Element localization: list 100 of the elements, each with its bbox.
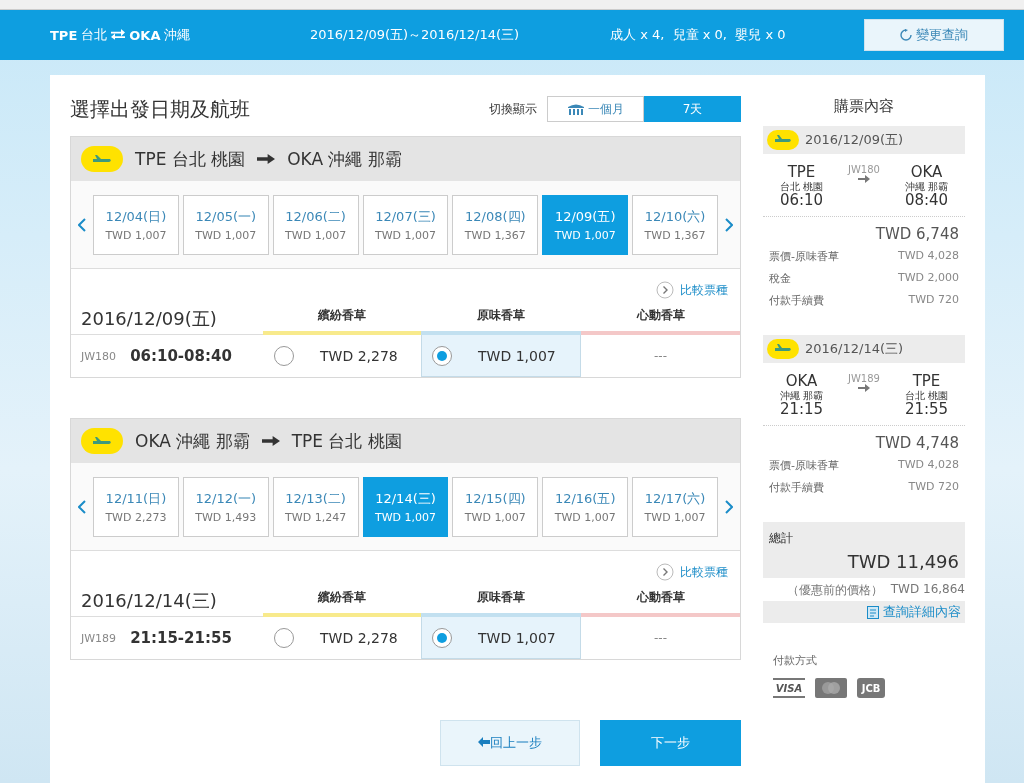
compare-fares-link[interactable]: 比較票種 [656,561,728,583]
unavailable-fare: --- [654,349,667,363]
airport-code: OKA [785,373,818,390]
refresh-icon [900,29,912,41]
flight-number: JW180 [81,349,117,363]
arrival-time: 21:55 [904,400,949,417]
cost-label: 稅金 [769,271,791,286]
cost-value: TWD 720 [908,480,959,495]
total-amount: TWD 11,496 [846,551,959,572]
radio-button[interactable] [432,345,452,366]
airport-code: TPE [787,164,816,181]
original-price: TWD 16,864 [890,582,965,598]
route-destination: TPE 台北 桃園 [291,429,402,453]
arrow-icon [261,435,280,447]
flight-number: JW180 [848,164,880,175]
arrival-time: 08:40 [904,191,949,208]
airport-city: 台北 桃園 [904,389,949,401]
date-option[interactable]: 12/08(四) TWD 1,367 [452,194,539,255]
airline-logo-icon [81,146,123,172]
jcb-logo: JCB [857,678,885,698]
airport-code: TPE [912,373,941,390]
travel-dates: 2016/12/09(五)～2016/12/14(三) [310,26,521,44]
next-button[interactable]: 下一步 [600,720,741,766]
swap-icon [111,29,126,41]
date-option[interactable]: 12/15(四) TWD 1,007 [452,476,539,537]
date-option[interactable]: 12/10(六) TWD 1,367 [632,194,718,255]
leg-subtotal: TWD 6,748 [874,224,960,245]
card-logo-icon [815,678,847,698]
flight-time: 06:10-08:40 [130,347,232,365]
arrow-icon [858,175,870,183]
date-option[interactable]: 12/17(六) TWD 1,007 [632,476,718,537]
chevron-circle-icon [656,281,674,299]
date-option[interactable]: 12/06(二) TWD 1,007 [272,194,359,255]
departure-time: 06:10 [779,191,824,208]
total-label: 總計 [769,530,794,547]
leg-date: 2016/12/14(三) [805,340,904,358]
cost-label: 票價-原味香草 [769,249,839,264]
toggle-label: 切換顯示 [489,100,537,118]
destination-code: OKA [129,27,161,43]
arrow-icon [858,384,870,392]
date-option[interactable]: 12/04(日) TWD 1,007 [93,194,179,255]
back-button[interactable]: 回上一步 [440,720,580,766]
origin-city: 台北 [81,26,108,44]
arrow-icon [257,153,276,165]
details-link[interactable]: 查詢詳細內容 [867,603,961,621]
left-arrow-icon [478,737,490,747]
passenger-count: 成人 x 4, 兒童 x 0, 嬰兒 x 0 [610,26,787,44]
unavailable-fare: --- [654,631,667,645]
change-search-button[interactable]: 變更查詢 [864,19,1004,51]
date-option[interactable]: 12/12(一) TWD 1,493 [182,476,269,537]
compare-fares-link[interactable]: 比較票種 [656,279,728,301]
cost-label: 付款手續費 [769,293,824,308]
fare-type-header: 心動香草 [581,301,740,335]
view-tab[interactable]: 一個月 [547,96,644,122]
airport-city: 沖繩 那霸 [904,180,949,192]
fare-option[interactable]: TWD 1,007 [421,335,581,377]
leg-subtotal: TWD 4,748 [874,433,960,454]
cost-label: 付款手續費 [769,480,824,495]
cost-value: TWD 720 [908,293,959,308]
destination-city: 沖繩 [164,26,191,44]
airline-logo-icon [767,339,799,359]
page-title: 選擇出發日期及航班 [70,95,250,123]
route-origin: TPE 台北 桃園 [135,147,246,171]
route-origin: OKA 沖繩 那霸 [135,429,250,453]
visa-logo: VISA [773,678,805,698]
summary-title: 購票內容 [833,97,895,116]
radio-button[interactable] [274,627,294,648]
leg-date: 2016/12/09(五) [805,131,904,149]
fare-type-header: 心動香草 [581,583,740,617]
chevron-circle-icon [656,563,674,581]
payment-label: 付款方式 [773,653,818,668]
departure-time: 21:15 [779,400,824,417]
radio-button[interactable] [432,627,452,648]
document-icon [867,605,879,619]
date-option[interactable]: 12/14(三) TWD 1,007 [362,476,449,537]
date-option[interactable]: 12/09(五) TWD 1,007 [542,194,629,255]
origin-code: TPE [50,27,78,43]
original-price-label: （優惠前的價格） [786,582,883,599]
flight-number: JW189 [81,631,117,645]
airline-logo-icon [81,428,123,454]
date-option[interactable]: 12/16(五) TWD 1,007 [542,476,629,537]
cost-value: TWD 4,028 [897,249,959,264]
airport-city: 台北 桃園 [779,180,824,192]
date-option[interactable]: 12/11(日) TWD 2,273 [93,476,179,537]
airport-city: 沖繩 那霸 [779,389,824,401]
flight-date: 2016/12/14(三) [71,583,263,617]
airport-code: OKA [910,164,943,181]
flight-time: 21:15-21:55 [130,629,232,647]
fare-option[interactable]: TWD 1,007 [421,617,581,659]
cost-label: 票價-原味香草 [769,458,839,473]
airline-logo-icon [767,130,799,150]
cost-value: TWD 4,028 [897,458,959,473]
radio-button[interactable] [274,345,294,366]
date-option[interactable]: 12/13(二) TWD 1,247 [272,476,359,537]
flight-number: JW189 [848,373,880,384]
view-tab[interactable]: 7天 [644,96,741,122]
date-option[interactable]: 12/07(三) TWD 1,007 [362,194,449,255]
date-option[interactable]: 12/05(一) TWD 1,007 [182,194,269,255]
cost-value: TWD 2,000 [897,271,959,286]
route-destination: OKA 沖繩 那霸 [287,147,402,171]
